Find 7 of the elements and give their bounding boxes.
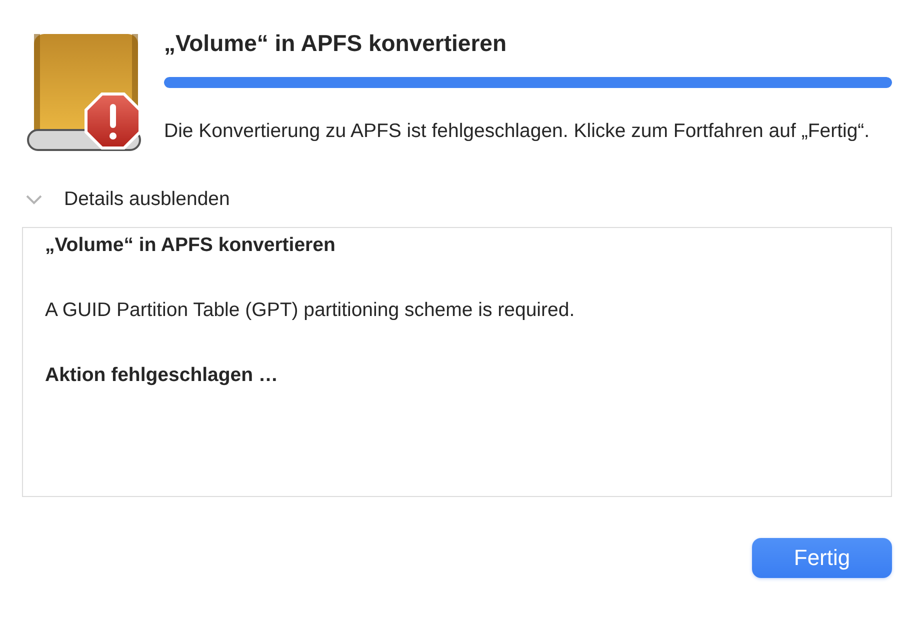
log-line: A GUID Partition Table (GPT) partitioning scheme is required. (45, 298, 576, 323)
log-line: Aktion fehlgeschlagen … (45, 363, 279, 388)
status-message: Die Konvertierung zu APFS ist fehlgeschlagen. Klicke zum Fortfahren auf „Fertig“. (164, 119, 871, 144)
details-label[interactable]: Details ausblenden (64, 188, 230, 211)
dialog-title: „Volume“ in APFS konvertieren (164, 30, 508, 57)
chevron-icon (26, 194, 42, 204)
log-line: „Volume“ in APFS konvertieren (45, 233, 336, 258)
